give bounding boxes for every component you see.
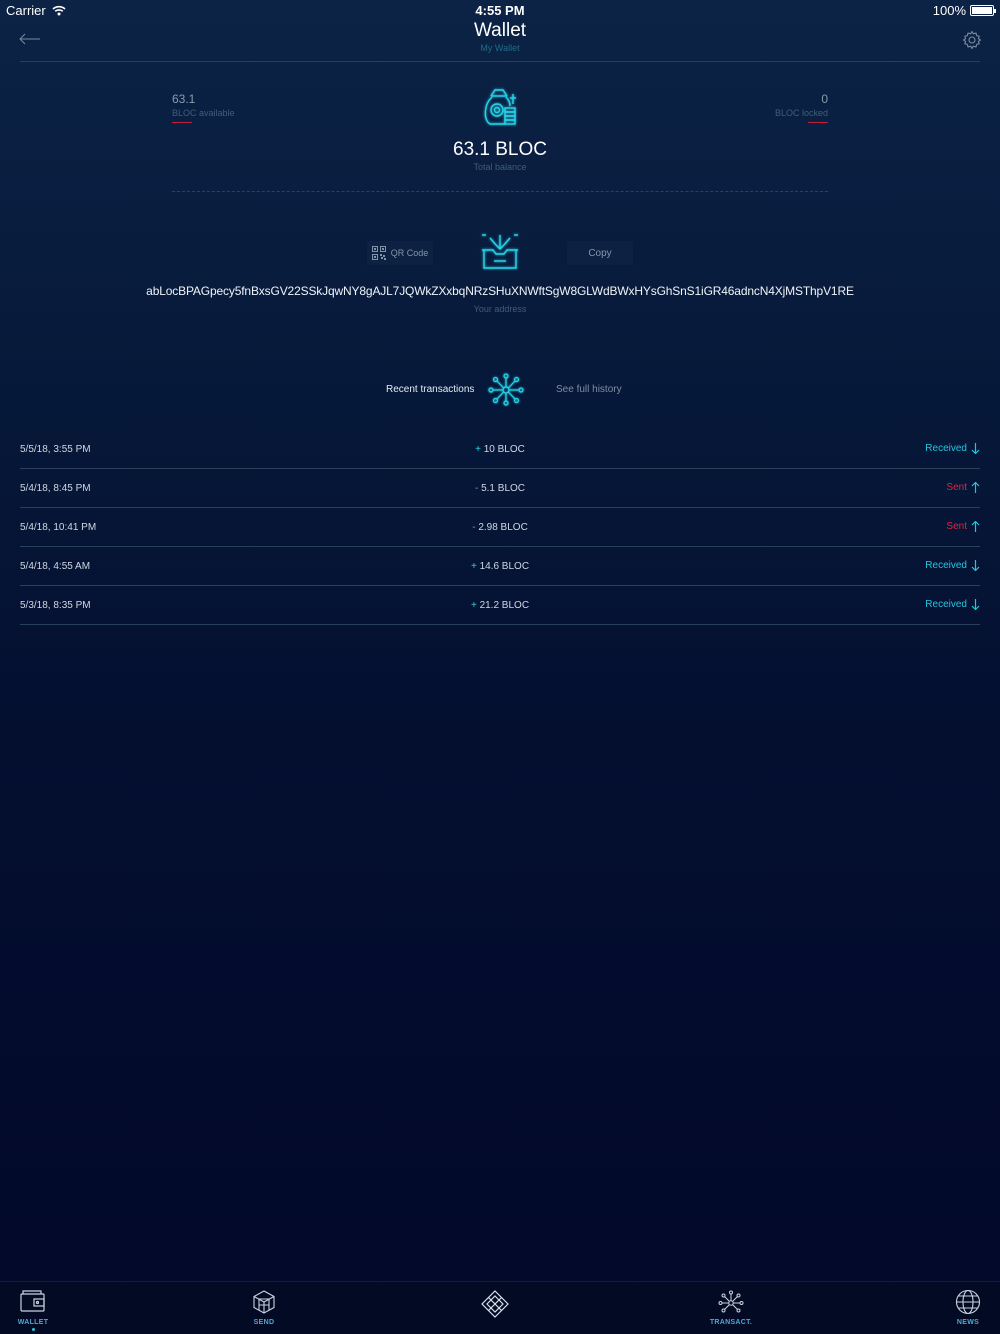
total-balance-label: Total balance <box>473 162 527 172</box>
tab-wallet[interactable]: WALLET <box>3 1288 63 1331</box>
table-row[interactable]: 5/4/18, 8:45 PM - 5.1 BLOC Sent <box>20 469 980 508</box>
locked-value: 0 <box>821 92 828 106</box>
qr-code-button[interactable]: QR Code <box>367 241 433 265</box>
tx-amount-value: 14.6 BLOC <box>479 561 530 572</box>
tab-transact[interactable]: TRANSACT. <box>701 1288 761 1326</box>
arrow-down-icon <box>971 599 980 610</box>
tx-amount: - 5.1 BLOC <box>20 483 980 494</box>
arrow-up-icon <box>971 482 980 493</box>
tx-amount: - 2.98 BLOC <box>20 522 980 533</box>
tx-status-label: Sent <box>946 521 967 532</box>
tx-status-label: Received <box>925 560 967 571</box>
see-full-history-link[interactable]: See full history <box>556 384 622 395</box>
total-balance-value: 63.1 BLOC <box>453 139 547 160</box>
transaction-list: 5/5/18, 3:55 PM + 10 BLOC Received 5/4/1… <box>20 430 980 625</box>
network-nodes-icon <box>488 373 524 406</box>
locked-balance: 0 BLOC locked <box>775 92 828 123</box>
tx-status: Received <box>925 443 980 454</box>
tab-bar: WALLET SEND TRANSACT. NEWS <box>0 1281 1000 1334</box>
arrow-down-icon <box>971 443 980 454</box>
qr-code-icon <box>371 246 386 260</box>
tab-news[interactable]: NEWS <box>938 1288 998 1326</box>
tab-wallet-label: WALLET <box>17 1319 49 1326</box>
table-row[interactable]: 5/4/18, 10:41 PM - 2.98 BLOC Sent <box>20 508 980 547</box>
available-underline <box>172 122 192 123</box>
tab-home[interactable] <box>465 1290 525 1318</box>
gear-icon[interactable] <box>962 30 982 50</box>
tx-sign: + <box>470 561 477 572</box>
recent-transactions-title: Recent transactions <box>386 384 475 395</box>
nav-divider <box>20 61 980 62</box>
tab-news-label: NEWS <box>956 1319 980 1326</box>
money-bag-icon <box>484 89 516 125</box>
page-title: Wallet <box>473 20 527 41</box>
tx-amount-value: 10 BLOC <box>483 444 525 455</box>
available-balance: 63.1 BLOC available <box>172 92 235 123</box>
table-row[interactable]: 5/5/18, 3:55 PM + 10 BLOC Received <box>20 430 980 469</box>
available-label: BLOC available <box>172 108 235 118</box>
tx-status: Received <box>925 599 980 610</box>
copy-button[interactable]: Copy <box>567 241 633 265</box>
tx-amount: + 21.2 BLOC <box>20 600 980 611</box>
section-divider <box>172 191 828 192</box>
active-tab-indicator <box>31 1328 35 1331</box>
table-row[interactable]: 5/3/18, 8:35 PM + 21.2 BLOC Received <box>20 586 980 625</box>
arrow-down-icon <box>971 560 980 571</box>
table-row[interactable]: 5/4/18, 4:55 AM + 14.6 BLOC Received <box>20 547 980 586</box>
tx-amount-value: 5.1 BLOC <box>481 483 526 494</box>
tx-status-label: Received <box>925 443 967 454</box>
page-subtitle: My Wallet <box>480 43 520 53</box>
tx-amount-value: 21.2 BLOC <box>479 600 530 611</box>
locked-label: BLOC locked <box>774 108 828 118</box>
battery-percent: 100% <box>932 3 966 18</box>
tx-status-label: Sent <box>946 482 967 493</box>
tx-amount-value: 2.98 BLOC <box>478 522 528 533</box>
tab-send-label: SEND <box>253 1319 275 1326</box>
tx-status: Sent <box>946 521 980 532</box>
tx-amount: + 14.6 BLOC <box>20 561 980 572</box>
nav-bar: Wallet My Wallet <box>0 20 1000 62</box>
status-time: 4:55 PM <box>475 3 525 18</box>
battery-icon <box>970 5 996 16</box>
available-value: 63.1 <box>172 92 196 106</box>
qr-code-label: QR Code <box>390 248 429 258</box>
locked-underline <box>808 122 828 123</box>
tx-amount: + 10 BLOC <box>20 444 980 455</box>
tx-sign: + <box>475 444 481 455</box>
status-bar: Carrier 4:55 PM 100% <box>0 0 1000 22</box>
tx-sign: + <box>470 600 477 611</box>
wallet-address: abLocBPAGpecy5fnBxsGV22SSkJqwNY8gAJL7JQW… <box>146 284 854 298</box>
inbox-box-icon <box>482 234 518 269</box>
globe-icon <box>955 1289 981 1315</box>
tx-status-label: Received <box>925 599 967 610</box>
tab-transact-label: TRANSACT. <box>709 1319 753 1326</box>
tab-send[interactable]: SEND <box>234 1288 294 1326</box>
network-nodes-icon <box>718 1290 744 1313</box>
arrow-up-icon <box>971 521 980 532</box>
tx-status: Received <box>925 560 980 571</box>
wallet-icon <box>20 1290 45 1312</box>
tx-status: Sent <box>946 482 980 493</box>
tx-sign: - <box>474 483 479 494</box>
diamond-logo-icon <box>481 1290 509 1318</box>
wallet-address-label: Your address <box>473 304 527 314</box>
tx-sign: - <box>472 522 476 533</box>
cube-network-icon <box>253 1290 275 1314</box>
